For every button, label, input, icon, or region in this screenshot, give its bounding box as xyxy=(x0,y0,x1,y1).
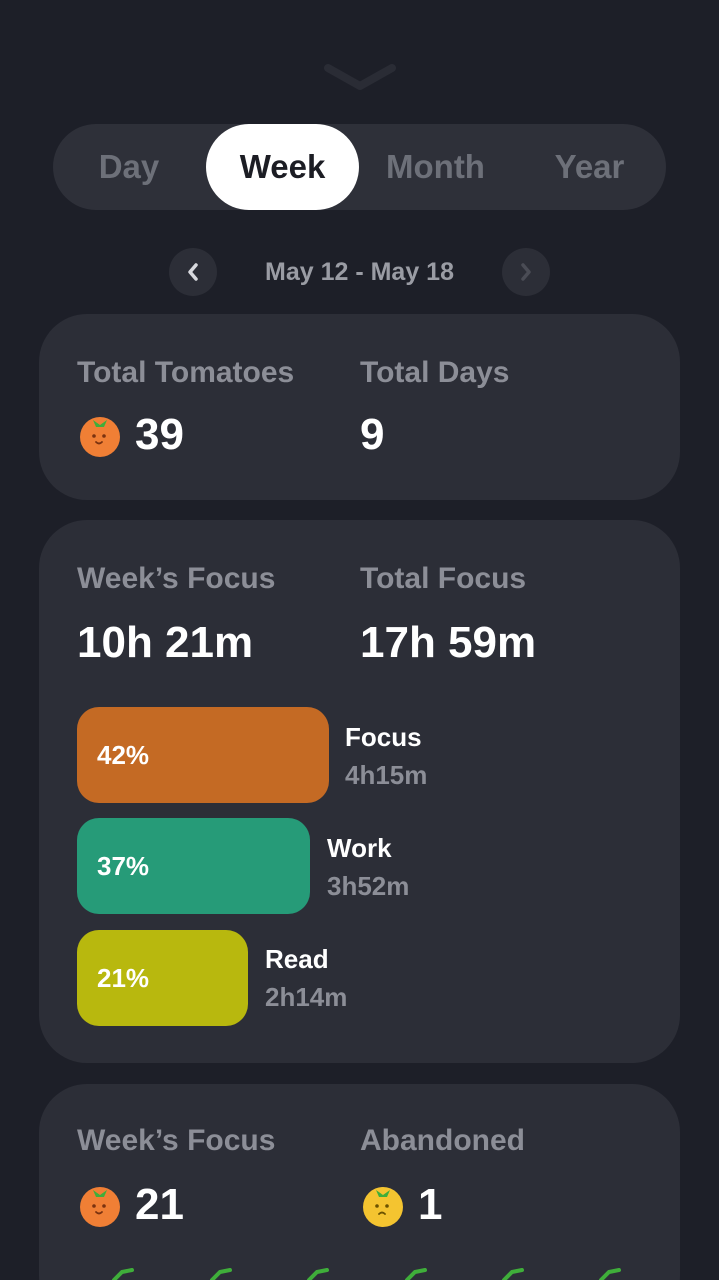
read-category-bar[interactable]: 21% xyxy=(77,930,248,1026)
week-tomatoes-value: 21 xyxy=(135,1180,184,1229)
tab-day[interactable]: Day xyxy=(53,124,205,210)
summary-card: Total Tomatoes 39 Total Days 9 xyxy=(39,314,680,500)
total-tomatoes-label: Total Tomatoes xyxy=(77,356,295,389)
total-tomatoes-value: 39 xyxy=(135,410,184,459)
abandoned-label: Abandoned xyxy=(360,1124,525,1157)
period-segmented-control: Day Week Month Year xyxy=(53,124,666,210)
focus-category-name: Focus xyxy=(345,722,422,752)
focus-breakdown-card: Week’s Focus 10h 21m Total Focus 17h 59m… xyxy=(39,520,680,1063)
focus-category-time: 4h15m xyxy=(345,760,428,790)
work-category-percent: 37% xyxy=(97,850,150,881)
check-icon xyxy=(502,1268,524,1280)
check-icon xyxy=(599,1268,621,1280)
tab-week[interactable]: Week xyxy=(206,124,359,210)
yellow-tomato-icon xyxy=(363,1187,403,1227)
chevron-down-icon[interactable] xyxy=(324,62,396,92)
date-range-label: May 12 - May 18 xyxy=(265,257,454,286)
check-icon xyxy=(307,1268,329,1280)
focus-category-percent: 42% xyxy=(97,739,150,770)
date-navigator: May 12 - May 18 xyxy=(0,248,719,296)
chevron-left-icon xyxy=(188,263,198,281)
week-tomatoes-label: Week’s Focus xyxy=(77,1124,276,1157)
check-icon xyxy=(112,1268,134,1280)
read-category-name: Read xyxy=(265,944,329,974)
tomato-icon xyxy=(80,1187,120,1227)
work-category-time: 3h52m xyxy=(327,871,410,901)
focus-category-bar[interactable]: 42% xyxy=(77,707,329,803)
tab-month[interactable]: Month xyxy=(359,124,512,210)
chevron-right-icon xyxy=(521,263,531,281)
tomato-stats-card: Week’s Focus 21 Abandoned 1 xyxy=(39,1084,680,1280)
read-category-percent: 21% xyxy=(97,962,150,993)
total-days-value: 9 xyxy=(360,410,385,459)
work-category-name: Work xyxy=(327,833,392,863)
next-week-button[interactable] xyxy=(502,248,550,296)
check-icon xyxy=(210,1268,232,1280)
tab-year[interactable]: Year xyxy=(513,124,666,210)
abandoned-value: 1 xyxy=(418,1180,443,1229)
tomato-icon xyxy=(80,417,120,457)
total-focus-value: 17h 59m xyxy=(360,618,537,667)
week-focus-value: 10h 21m xyxy=(77,618,254,667)
read-category-time: 2h14m xyxy=(265,982,348,1012)
work-category-bar[interactable]: 37% xyxy=(77,818,310,914)
check-icon xyxy=(405,1268,427,1280)
week-focus-label: Week’s Focus xyxy=(77,562,276,595)
total-days-label: Total Days xyxy=(360,356,510,389)
total-focus-label: Total Focus xyxy=(360,562,527,595)
